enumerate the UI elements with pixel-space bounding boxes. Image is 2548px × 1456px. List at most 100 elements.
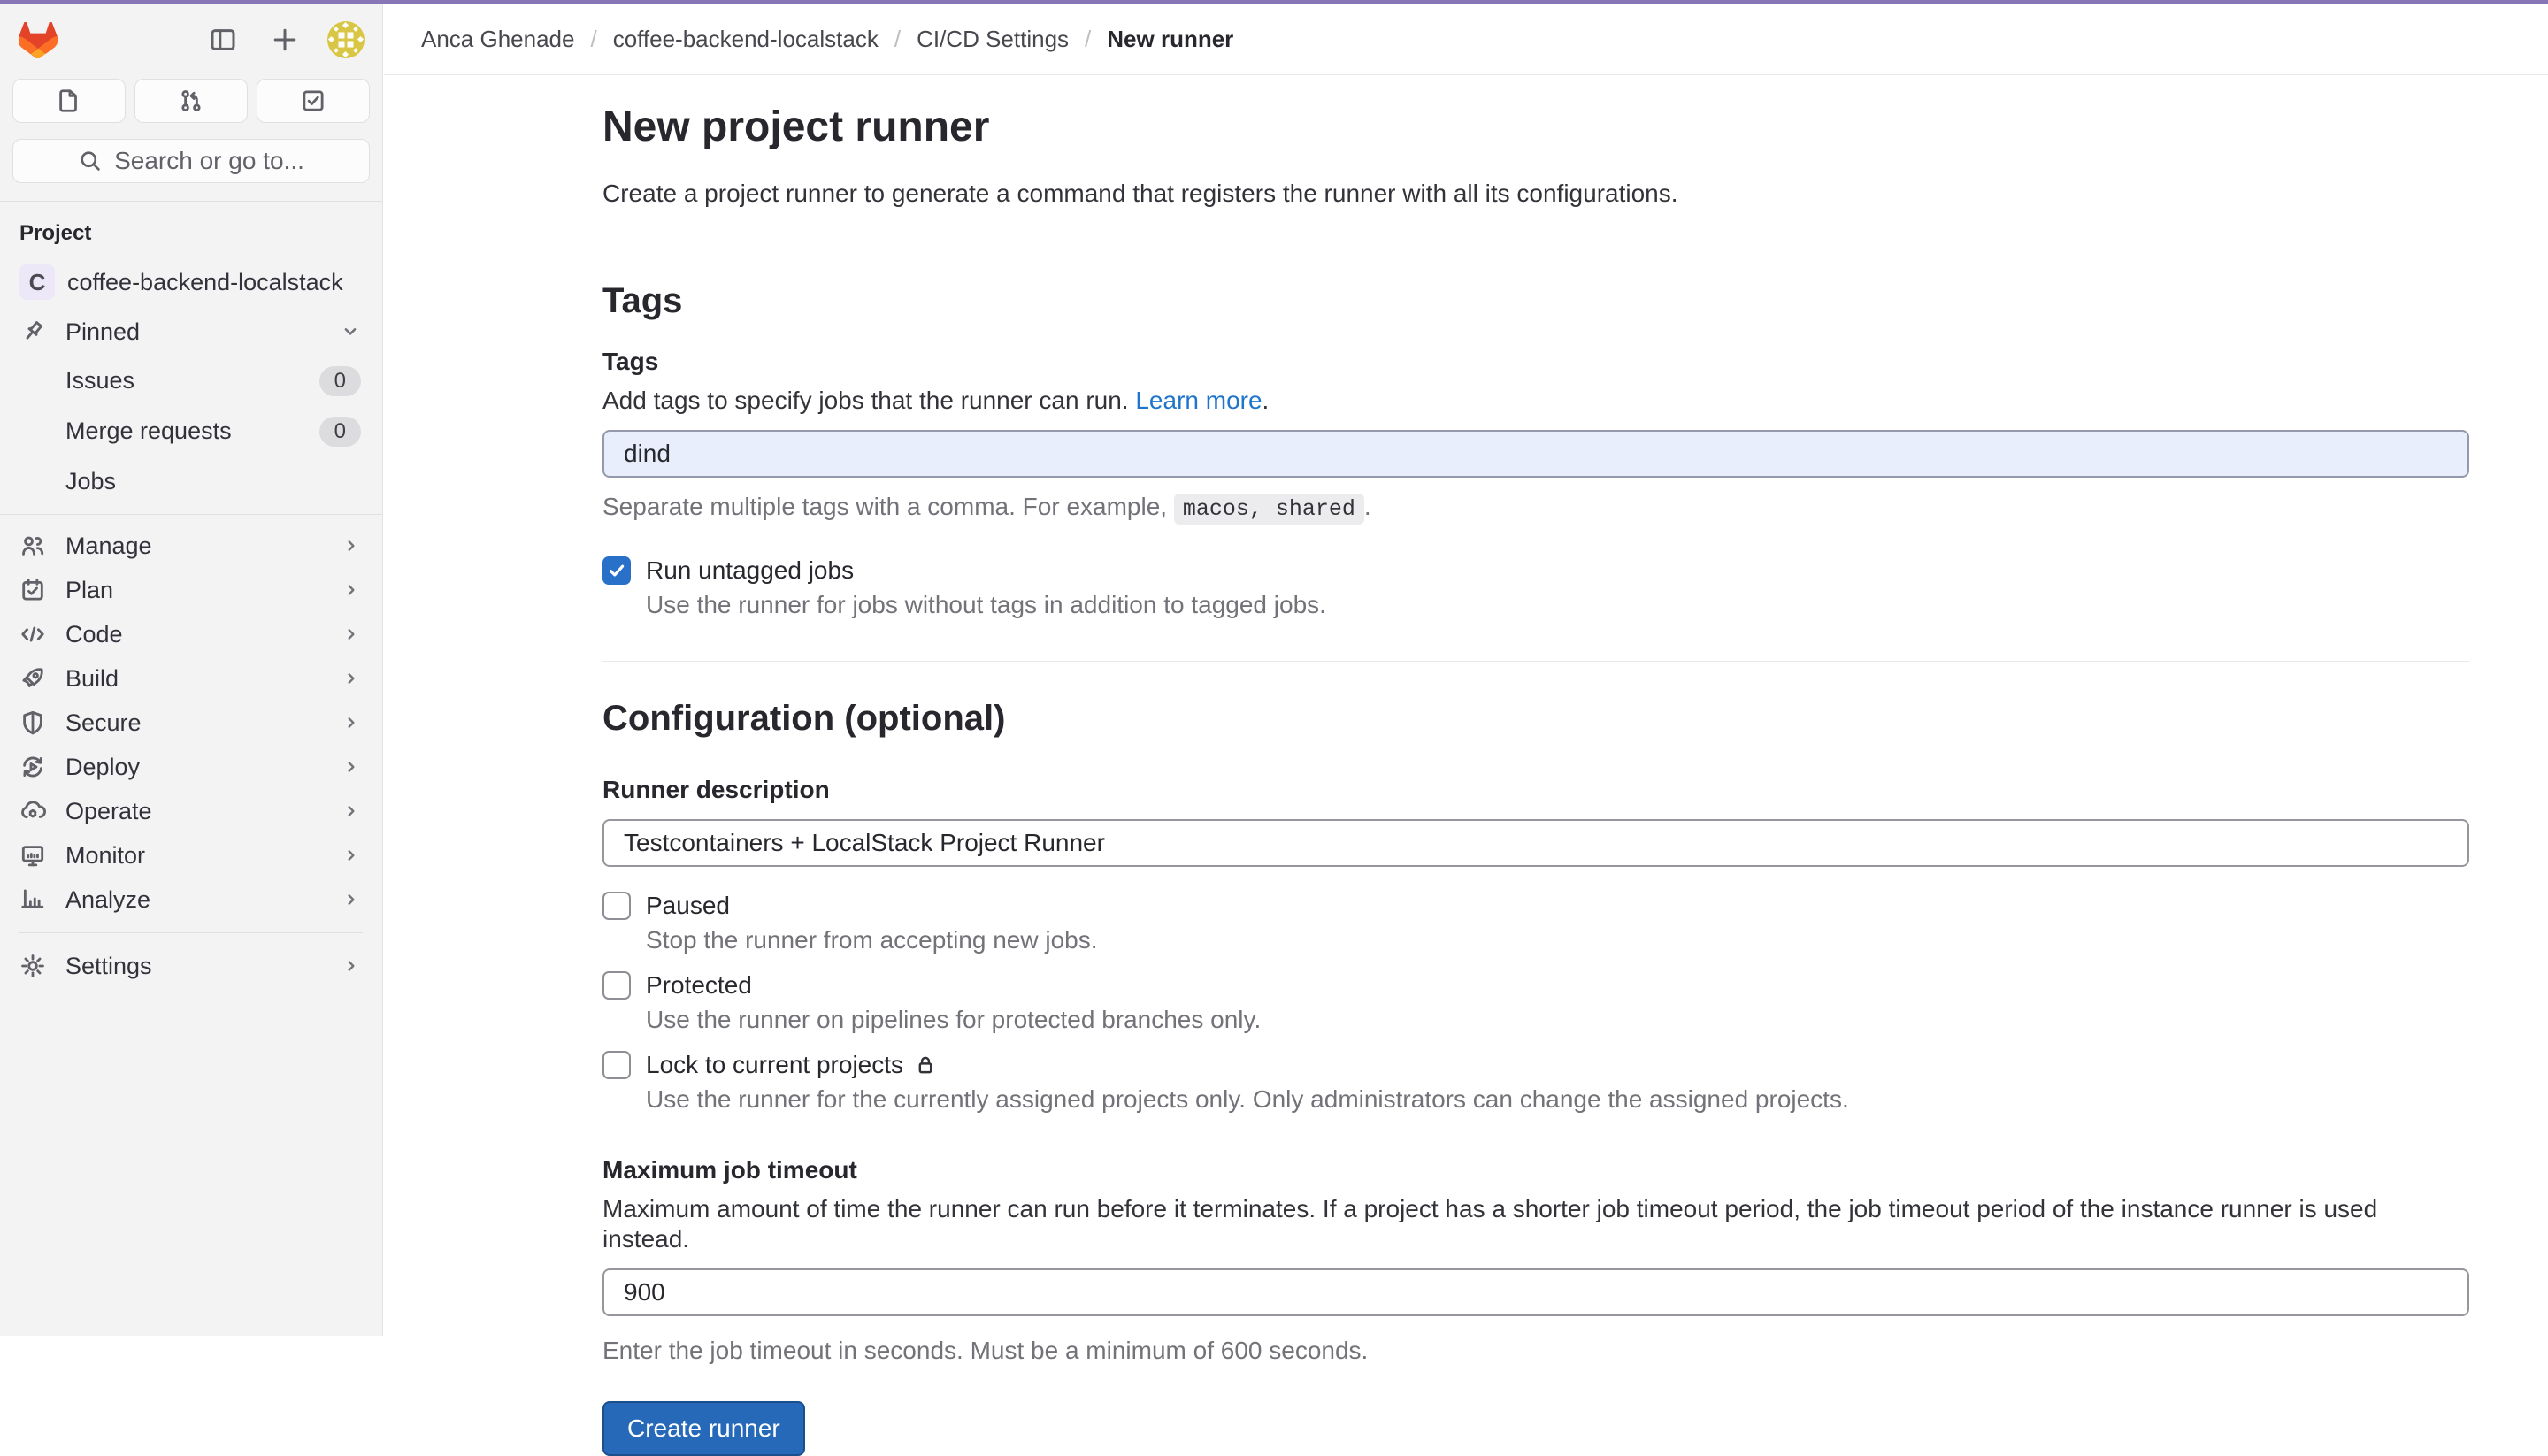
chart-icon <box>19 886 65 913</box>
chevron-right-icon <box>342 536 361 556</box>
todo-check-icon <box>300 88 326 114</box>
monitor-label: Monitor <box>65 842 342 870</box>
sidebar-item-plan[interactable]: Plan <box>0 568 382 612</box>
lock-to-current-projects-label[interactable]: Lock to current projects <box>646 1051 903 1079</box>
tags-field-desc: Add tags to specify jobs that the runner… <box>602 386 2469 416</box>
page-content: New project runner Create a project runn… <box>384 75 2469 1456</box>
plus-icon[interactable] <box>265 20 304 59</box>
calendar-check-icon <box>19 577 65 603</box>
run-untagged-jobs-checkbox[interactable] <box>602 556 631 585</box>
merge-requests-shortcut-button[interactable] <box>134 79 248 123</box>
sidebar-item-manage[interactable]: Manage <box>0 524 382 568</box>
jobs-label: Jobs <box>65 468 361 495</box>
max-job-timeout-input[interactable] <box>602 1268 2469 1316</box>
paused-row: Paused <box>602 892 2469 920</box>
rocket-icon <box>19 665 65 692</box>
sidebar-header <box>0 4 382 75</box>
chevron-down-icon <box>340 321 361 342</box>
paused-help: Stop the runner from accepting new jobs. <box>646 925 2469 955</box>
tags-field-label: Tags <box>602 347 2469 377</box>
gear-icon <box>19 953 65 979</box>
sidebar-item-issues[interactable]: Issues 0 <box>0 356 382 406</box>
sidebar-item-project[interactable]: C coffee-backend-localstack <box>0 257 382 308</box>
breadcrumb-separator: / <box>590 26 596 53</box>
learn-more-link[interactable]: Learn more <box>1135 387 1262 414</box>
sidebar-item-operate[interactable]: Operate <box>0 789 382 833</box>
tags-help-prefix: Separate multiple tags with a comma. For… <box>602 493 1167 520</box>
page-intro: Create a project runner to generate a co… <box>602 180 2469 208</box>
todos-shortcut-button[interactable] <box>257 79 370 123</box>
sidebar-divider <box>0 514 382 515</box>
top-accent-bar <box>0 0 2548 4</box>
section-divider <box>602 661 2469 662</box>
protected-row: Protected <box>602 971 2469 1000</box>
sidebar-item-code[interactable]: Code <box>0 612 382 656</box>
sidebar-divider <box>19 932 363 933</box>
users-icon <box>19 533 65 559</box>
search-icon <box>78 149 103 173</box>
issues-shortcut-button[interactable] <box>12 79 126 123</box>
sidebar-item-merge-requests[interactable]: Merge requests 0 <box>0 406 382 456</box>
tags-help-suffix: . <box>1364 493 1371 520</box>
issues-doc-icon <box>56 88 82 114</box>
paused-label[interactable]: Paused <box>646 892 730 920</box>
sidebar-section-label: Project <box>0 202 382 257</box>
secure-label: Secure <box>65 709 342 737</box>
analyze-label: Analyze <box>65 886 342 914</box>
merge-requests-label: Merge requests <box>65 418 319 445</box>
lock-icon <box>914 1054 937 1077</box>
sidebar-toggle-icon[interactable] <box>203 20 242 59</box>
tags-desc-text: Add tags to specify jobs that the runner… <box>602 387 1129 414</box>
breadcrumb-separator: / <box>894 26 901 53</box>
sidebar-item-build[interactable]: Build <box>0 656 382 701</box>
lock-to-current-projects-checkbox[interactable] <box>602 1051 631 1079</box>
runner-description-input[interactable] <box>602 819 2469 867</box>
paused-checkbox[interactable] <box>602 892 631 920</box>
sidebar-item-settings[interactable]: Settings <box>0 944 382 988</box>
max-job-timeout-help: Enter the job timeout in seconds. Must b… <box>602 1336 2469 1366</box>
sidebar-shortcuts <box>0 75 382 123</box>
shield-icon <box>19 709 65 736</box>
chevron-right-icon <box>342 669 361 688</box>
sidebar-item-monitor[interactable]: Monitor <box>0 833 382 877</box>
search-input[interactable]: Search or go to... <box>12 139 370 183</box>
tags-help: Separate multiple tags with a comma. For… <box>602 492 2469 525</box>
run-untagged-jobs-label[interactable]: Run untagged jobs <box>646 556 854 585</box>
build-label: Build <box>65 665 342 693</box>
monitor-icon <box>19 842 65 869</box>
sidebar: Search or go to... Project C coffee-back… <box>0 0 383 1336</box>
chevron-right-icon <box>342 956 361 976</box>
breadcrumb-project[interactable]: coffee-backend-localstack <box>613 26 879 53</box>
lock-to-current-projects-help: Use the runner for the currently assigne… <box>646 1084 2469 1115</box>
issues-label: Issues <box>65 367 319 395</box>
cloud-pod-icon <box>19 798 65 824</box>
chevron-right-icon <box>342 580 361 600</box>
plan-label: Plan <box>65 577 342 604</box>
sidebar-item-analyze[interactable]: Analyze <box>0 877 382 922</box>
code-icon <box>19 621 65 648</box>
chevron-right-icon <box>342 757 361 777</box>
breadcrumb: Anca Ghenade / coffee-backend-localstack… <box>384 4 2548 75</box>
runner-description-label: Runner description <box>602 775 2469 805</box>
project-avatar: C <box>19 264 55 300</box>
run-untagged-jobs-row: Run untagged jobs <box>602 556 2469 585</box>
lock-to-current-projects-row: Lock to current projects <box>602 1051 2469 1079</box>
pinned-label: Pinned <box>65 318 340 346</box>
sidebar-item-secure[interactable]: Secure <box>0 701 382 745</box>
gitlab-logo-icon[interactable] <box>19 22 58 58</box>
tags-input[interactable] <box>602 430 2469 478</box>
protected-checkbox[interactable] <box>602 971 631 1000</box>
tags-section-heading: Tags <box>602 280 2469 322</box>
breadcrumb-cicd-settings[interactable]: CI/CD Settings <box>917 26 1069 53</box>
breadcrumb-user[interactable]: Anca Ghenade <box>421 26 574 53</box>
sidebar-item-jobs[interactable]: Jobs <box>0 456 382 507</box>
manage-label: Manage <box>65 533 342 560</box>
protected-label[interactable]: Protected <box>646 971 752 1000</box>
sidebar-item-pinned[interactable]: Pinned <box>0 308 382 356</box>
main-area: Anca Ghenade / coffee-backend-localstack… <box>384 4 2548 1336</box>
sidebar-item-deploy[interactable]: Deploy <box>0 745 382 789</box>
create-runner-button[interactable]: Create runner <box>602 1401 805 1456</box>
search-placeholder: Search or go to... <box>114 147 304 175</box>
breadcrumb-current: New runner <box>1107 26 1233 53</box>
user-avatar[interactable] <box>327 21 365 58</box>
